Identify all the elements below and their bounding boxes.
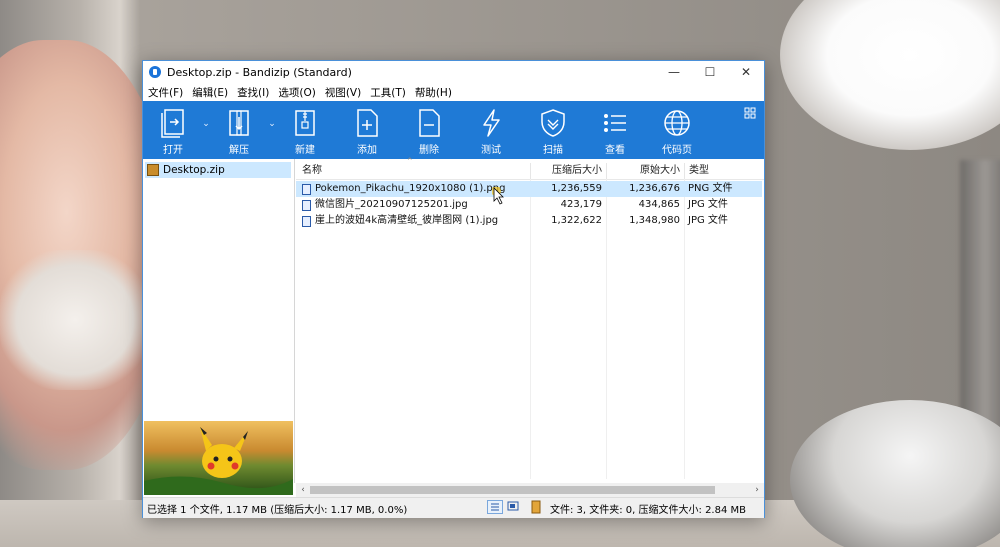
wallpaper-hand (0, 250, 150, 390)
horizontal-scrollbar[interactable]: ‹ › (296, 483, 764, 497)
open-dropdown-chevron-icon[interactable]: ⌄ (199, 119, 213, 129)
table-row[interactable]: 崖上的波妞4k高清壁纸_彼岸图网 (1).jpg 1,322,622 1,348… (296, 213, 762, 229)
file-compressed-size: 1,236,559 (551, 183, 602, 194)
file-original-size: 1,348,980 (629, 215, 680, 226)
tree-item-label: Desktop.zip (163, 164, 225, 176)
mouse-cursor-icon (492, 187, 504, 205)
image-preview (144, 421, 293, 495)
menu-file[interactable]: 文件(F) (148, 85, 183, 100)
zip-archive-icon (147, 164, 159, 176)
open-label: 打开 (163, 145, 183, 156)
new-label: 新建 (295, 145, 315, 156)
column-header-original-size[interactable]: 原始大小 (606, 163, 684, 179)
scrollbar-thumb[interactable] (310, 486, 715, 494)
extract-label: 解压 (229, 145, 249, 156)
scan-label: 扫描 (543, 145, 563, 156)
open-icon (161, 109, 184, 138)
window-title: Desktop.zip - Bandizip (Standard) (167, 65, 352, 79)
open-button[interactable]: 打开 (147, 101, 199, 159)
image-file-icon (302, 184, 311, 195)
delete-label: 删除 (419, 145, 439, 156)
test-button[interactable]: 测试 (465, 101, 517, 159)
title-bar[interactable]: Desktop.zip - Bandizip (Standard) — ☐ ✕ (143, 61, 764, 83)
file-compressed-size: 423,179 (560, 199, 602, 210)
lightning-icon (483, 109, 500, 137)
new-archive-icon (295, 110, 315, 136)
details-view-icon[interactable] (487, 500, 503, 514)
table-row[interactable]: Pokemon_Pikachu_1920x1080 (1).png 1,236,… (296, 181, 762, 197)
scroll-right-arrow-icon[interactable]: › (750, 483, 764, 497)
column-header-name[interactable]: 名称 (302, 163, 530, 179)
image-file-icon (302, 216, 311, 227)
codepage-button[interactable]: 代码页 (651, 101, 703, 159)
status-selection: 已选择 1 个文件, 1.17 MB (压缩后大小: 1.17 MB, 0.0%… (147, 505, 408, 516)
pikachu-preview-image (144, 421, 293, 495)
status-archive-summary: 文件: 3, 文件夹: 0, 压缩文件大小: 2.84 MB (549, 505, 746, 516)
file-compressed-size: 1,322,622 (551, 215, 602, 226)
column-header-type[interactable]: 类型 (684, 163, 762, 179)
extract-icon (229, 110, 249, 136)
wallpaper-lamp (780, 0, 1000, 150)
shield-icon (541, 109, 565, 137)
codepage-label: 代码页 (662, 145, 692, 156)
archive-info-icon[interactable] (529, 500, 545, 514)
file-list-pane: 名称 压缩后大小 原始大小 类型 ⌃ Pokemon_Pikachu_1920x… (296, 157, 764, 483)
delete-file-icon (419, 109, 440, 137)
list-view-icon (604, 114, 626, 132)
file-type: JPG 文件 (688, 199, 728, 210)
close-button[interactable]: ✕ (728, 61, 764, 83)
column-header-compressed-size[interactable]: 压缩后大小 (530, 163, 606, 179)
sort-ascending-icon: ⌃ (406, 157, 414, 167)
bandizip-window: Desktop.zip - Bandizip (Standard) — ☐ ✕ … (142, 60, 765, 518)
menu-bar: 文件(F) 编辑(E) 查找(I) 选项(O) 视图(V) 工具(T) 帮助(H… (143, 83, 764, 101)
menu-tools[interactable]: 工具(T) (370, 85, 406, 100)
minimize-button[interactable]: — (656, 61, 692, 83)
bandizip-app-icon (149, 66, 161, 78)
delete-button[interactable]: 删除 (403, 101, 455, 159)
maximize-button[interactable]: ☐ (692, 61, 728, 83)
menu-edit[interactable]: 编辑(E) (192, 85, 228, 100)
file-original-size: 1,236,676 (629, 183, 680, 194)
wallpaper-lamp-base (790, 400, 1000, 547)
tree-item-root[interactable]: Desktop.zip (145, 162, 291, 178)
file-list-header: 名称 压缩后大小 原始大小 类型 ⌃ (296, 157, 764, 180)
menu-view[interactable]: 视图(V) (325, 85, 361, 100)
file-type: PNG 文件 (688, 183, 733, 194)
table-row[interactable]: 微信图片_20210907125201.jpg 423,179 434,865 … (296, 197, 762, 213)
add-file-icon (357, 109, 378, 137)
menu-help[interactable]: 帮助(H) (415, 85, 452, 100)
add-label: 添加 (357, 145, 377, 156)
file-name: 崖上的波妞4k高清壁纸_彼岸图网 (1).jpg (315, 215, 499, 226)
toolbar: 打开 ⌄ 解压 ⌄ 新建 添加 删除 测试 扫描 查看 代码页 (143, 101, 764, 159)
view-label: 查看 (605, 145, 625, 156)
menu-options[interactable]: 选项(O) (278, 85, 315, 100)
image-file-icon (302, 200, 311, 211)
file-type: JPG 文件 (688, 215, 728, 226)
view-button[interactable]: 查看 (589, 101, 641, 159)
globe-icon (664, 110, 690, 136)
status-bar: 已选择 1 个文件, 1.17 MB (压缩后大小: 1.17 MB, 0.0%… (143, 497, 764, 518)
preview-pane-icon[interactable] (506, 500, 522, 514)
scan-button[interactable]: 扫描 (527, 101, 579, 159)
scroll-left-arrow-icon[interactable]: ‹ (296, 483, 310, 497)
file-original-size: 434,865 (638, 199, 680, 210)
layout-toggle-icon[interactable] (744, 107, 756, 119)
test-label: 测试 (481, 145, 501, 156)
new-archive-button[interactable]: 新建 (279, 101, 331, 159)
add-button[interactable]: 添加 (341, 101, 393, 159)
extract-dropdown-chevron-icon[interactable]: ⌄ (265, 119, 279, 129)
extract-button[interactable]: 解压 (213, 101, 265, 159)
menu-find[interactable]: 查找(I) (237, 85, 269, 100)
